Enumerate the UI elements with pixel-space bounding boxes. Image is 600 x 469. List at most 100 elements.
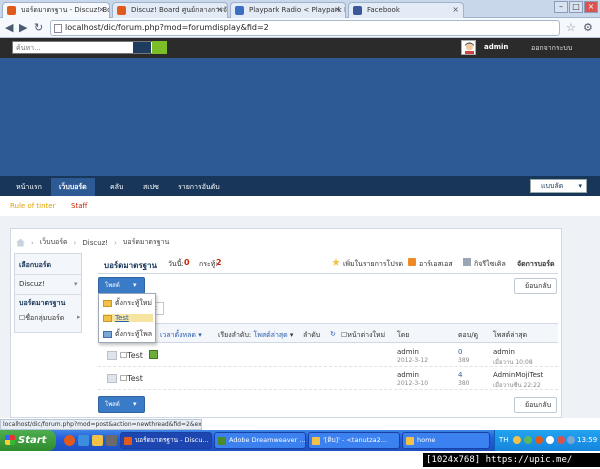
new-window-toggle[interactable]: ☐หน้าต่างใหม่: [341, 330, 385, 341]
nav-item-forum[interactable]: เว็บบอร์ด: [51, 178, 95, 196]
sort-order[interactable]: เรียงลำดับ: โพสต์ล่าสุด ▾: [218, 330, 293, 341]
add-favorite-link[interactable]: เพิ่มในรายการโปรด: [343, 259, 403, 270]
filter-time[interactable]: เวลาตั้งหลด ▾: [160, 330, 202, 341]
column-author: โดย: [397, 331, 410, 339]
tray-icon[interactable]: [557, 436, 565, 444]
rss-icon: [408, 258, 416, 266]
close-tab-icon[interactable]: ×: [98, 3, 105, 17]
site-banner: [0, 58, 600, 176]
chevron-down-icon: ▾: [578, 182, 582, 190]
avatar[interactable]: [461, 40, 476, 55]
browser-tab[interactable]: Facebook ×: [348, 2, 464, 18]
tray-icon[interactable]: [513, 436, 521, 444]
browser-tab[interactable]: Discuz! Board ศูนย์กลางการจัด ×: [112, 2, 228, 18]
back-arrow-icon[interactable]: ◀: [5, 21, 13, 35]
close-tab-icon[interactable]: ×: [452, 3, 459, 17]
thread-replies[interactable]: 4: [458, 371, 462, 379]
tab-title: Playpark Radio < Playpark Mu: [249, 6, 346, 14]
last-post-author[interactable]: AdminMojiTest: [493, 371, 543, 379]
forum-header: บอร์ดมาตรฐาน วันนี้: 0 กระทู้: 2 เพิ่มใน…: [98, 253, 558, 274]
close-tab-icon[interactable]: ×: [334, 3, 341, 17]
tab-title: Facebook: [367, 6, 400, 14]
menu-item-new-thread[interactable]: ตั้งกระทู้ใหม่: [103, 298, 152, 309]
staff-link[interactable]: Staff: [71, 202, 87, 210]
sidebar-item-label: ☐ชื่อกลุ่มบอร์ด: [19, 314, 65, 322]
menu-item-new-poll[interactable]: ตั้งกระทู้โพล: [103, 329, 152, 340]
menu-item-test[interactable]: Test: [103, 314, 153, 322]
window-controls: – □ ×: [554, 1, 598, 15]
sidebar-item-discuz[interactable]: Discuz! ▾: [19, 280, 78, 288]
breadcrumb-item[interactable]: Discuz!: [82, 239, 108, 247]
search-go-button[interactable]: [152, 41, 167, 54]
volume-icon[interactable]: [567, 436, 575, 444]
back-button-label: ย้อนกลับ: [525, 282, 552, 290]
maximize-icon[interactable]: □: [569, 1, 583, 13]
close-tab-icon[interactable]: ×: [216, 3, 223, 17]
nav-item-club[interactable]: คลับ: [110, 182, 123, 193]
search-button[interactable]: [133, 42, 151, 53]
post-button-label: โพสต์: [105, 401, 120, 408]
post-button-bottom[interactable]: โพสต์ ▾: [98, 396, 145, 413]
media-icon[interactable]: [106, 435, 117, 446]
breadcrumb-item[interactable]: บอร์ดมาตรฐาน: [123, 237, 169, 248]
ie-icon[interactable]: [78, 435, 89, 446]
post-type-menu: ตั้งกระทู้ใหม่ Test ตั้งกระทู้โพล: [98, 293, 156, 343]
browser-tab[interactable]: บอร์ดมาตรฐาน - Discuz! Board ×: [2, 2, 110, 19]
thread-author[interactable]: admin: [397, 371, 419, 379]
post-button-label: โพสต์: [105, 282, 120, 289]
reload-icon[interactable]: ↻: [34, 21, 43, 35]
nav-item-space[interactable]: สเปซ: [143, 182, 159, 193]
breadcrumb-item[interactable]: เว็บบอร์ด: [40, 237, 68, 248]
thread-replies[interactable]: 0: [458, 348, 462, 356]
folder-icon[interactable]: [92, 435, 103, 446]
rss-link[interactable]: อาร์เอสเอส: [419, 259, 453, 270]
table-row[interactable]: ☐Test admin 2012-3-10 4 380 AdminMojiTes…: [98, 368, 558, 390]
tray-icon[interactable]: [535, 436, 543, 444]
thread-icon: [107, 374, 117, 383]
taskbar-item[interactable]: Adobe Dreamweaver ...: [214, 432, 306, 449]
taskbar-item[interactable]: '[ดิบ]' - <tanutza2...: [308, 432, 400, 449]
forward-arrow-icon[interactable]: ▶: [19, 21, 27, 35]
recycle-link[interactable]: กิจรีไซเคิล: [474, 259, 506, 270]
taskbar-item[interactable]: home: [402, 432, 490, 449]
firefox-icon[interactable]: [64, 435, 75, 446]
search-input[interactable]: [13, 42, 133, 53]
bookmark-star-icon[interactable]: ☆: [566, 21, 576, 34]
taskbar-item[interactable]: บอร์ดมาตรฐาน - Discu...: [120, 432, 212, 449]
clock: 13:59: [577, 436, 598, 444]
username-link[interactable]: admin: [484, 43, 508, 51]
thread-title[interactable]: ☐Test: [120, 374, 143, 383]
nav-item-ranking[interactable]: รายการอันดับ: [178, 182, 220, 193]
sidebar-title: เลือกบอร์ด: [19, 261, 52, 269]
tray-icon[interactable]: [524, 436, 532, 444]
filter-order[interactable]: ลำดับ: [303, 330, 320, 341]
wrench-menu-icon[interactable]: ⚙: [583, 21, 593, 34]
browser-tab[interactable]: Playpark Radio < Playpark Mu ×: [230, 2, 346, 18]
refresh-icon[interactable]: ↻: [330, 330, 336, 338]
last-post-author[interactable]: admin: [493, 348, 515, 356]
table-row[interactable]: ☐Test admin 2012-3-12 0 389 admin เมื่อว…: [98, 345, 558, 367]
quick-select[interactable]: แบบลัด ▾: [530, 179, 587, 193]
nav-item-home[interactable]: หน้าแรก: [16, 182, 42, 193]
back-button-bottom[interactable]: ย้อนกลับ: [514, 397, 557, 413]
back-button[interactable]: ย้อนกลับ: [514, 278, 557, 294]
last-post-date: เมื่อวานซืน 22:22: [493, 382, 541, 389]
post-button[interactable]: โพสต์ ▾: [98, 277, 145, 294]
logout-link[interactable]: ออกจากระบบ: [531, 43, 572, 54]
rule-link[interactable]: Rule of tinter: [10, 202, 56, 210]
address-bar[interactable]: localhost/dic/forum.php?mod=forumdisplay…: [50, 20, 560, 36]
thread-author[interactable]: admin: [397, 348, 419, 356]
language-indicator[interactable]: TH: [499, 436, 509, 444]
sidebar-board-select[interactable]: ☐ชื่อกลุ่มบอร์ด ▸: [19, 313, 81, 324]
poll-icon: [103, 330, 112, 338]
main-nav: หน้าแรก เว็บบอร์ด คลับ สเปซ รายการอันดับ…: [0, 176, 600, 196]
sidebar-item-forum[interactable]: บอร์ดมาตรฐาน: [19, 298, 65, 309]
minimize-icon[interactable]: –: [554, 1, 568, 13]
manage-forum-link[interactable]: จัดการบอร์ด: [517, 259, 555, 270]
tray-icon[interactable]: [546, 436, 554, 444]
thread-title[interactable]: ☐Test: [120, 351, 143, 360]
topics-count: 2: [216, 258, 222, 267]
home-icon[interactable]: [16, 238, 25, 247]
start-button[interactable]: Start: [0, 430, 56, 451]
close-window-icon[interactable]: ×: [584, 1, 598, 13]
